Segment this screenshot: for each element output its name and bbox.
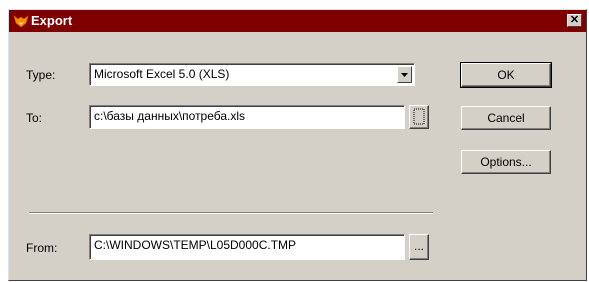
from-browse-button[interactable]: ... [409,234,429,260]
from-path-input[interactable]: C:\WINDOWS\TEMP\L05D000C.TMP [89,234,405,260]
to-path-value: c:\базы данных\потреба.xls [94,109,246,123]
options-button[interactable]: Options... [461,150,551,174]
from-path-value: C:\WINDOWS\TEMP\L05D000C.TMP [94,238,297,252]
to-path-input[interactable]: c:\базы данных\потреба.xls [89,105,405,129]
type-select-value: Microsoft Excel 5.0 (XLS) [94,67,230,81]
title-bar[interactable]: Export ✕ [9,10,586,32]
chevron-down-icon [401,73,408,77]
separator [29,212,433,214]
dropdown-arrow-button[interactable] [397,66,412,83]
window-title: Export [31,13,73,28]
close-button[interactable]: ✕ [567,14,582,27]
cancel-button[interactable]: Cancel [461,106,551,130]
to-label: To: [26,111,43,125]
export-dialog: Export ✕ Type: Microsoft Excel 5.0 (XLS)… [8,9,587,281]
type-label: Type: [26,68,56,82]
ok-button[interactable]: OK [460,62,552,88]
fox-icon [13,15,29,28]
type-select[interactable]: Microsoft Excel 5.0 (XLS) [89,63,415,86]
browse-dots-icon [413,108,425,125]
from-label: From: [26,241,58,255]
to-browse-button[interactable] [409,105,429,129]
